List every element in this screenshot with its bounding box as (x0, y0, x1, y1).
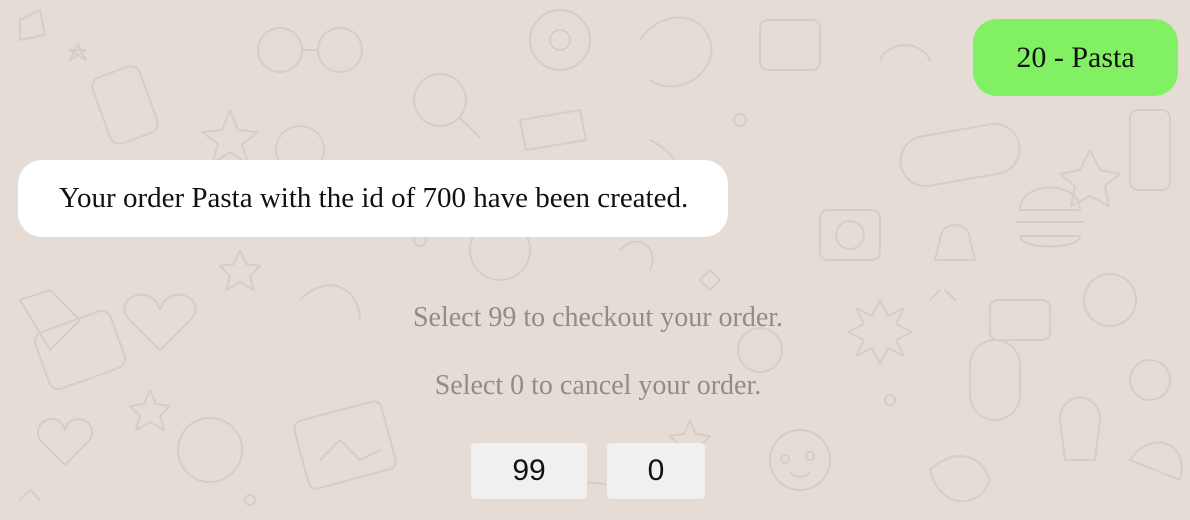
checkout-instruction: Select 99 to checkout your order. (412, 302, 784, 333)
sent-message-text: 20 - Pasta (1016, 40, 1135, 74)
received-message-text: Your order Pasta with the id of 700 have… (59, 182, 689, 214)
sent-message-bubble: 20 - Pasta (973, 19, 1178, 96)
cancel-instruction: Select 0 to cancel your order. (434, 370, 762, 401)
checkout-option-button[interactable]: 99 (471, 443, 587, 499)
option-buttons: 99 0 (0, 443, 1190, 499)
received-message-bubble: Your order Pasta with the id of 700 have… (18, 160, 729, 237)
cancel-option-button[interactable]: 0 (607, 443, 705, 499)
